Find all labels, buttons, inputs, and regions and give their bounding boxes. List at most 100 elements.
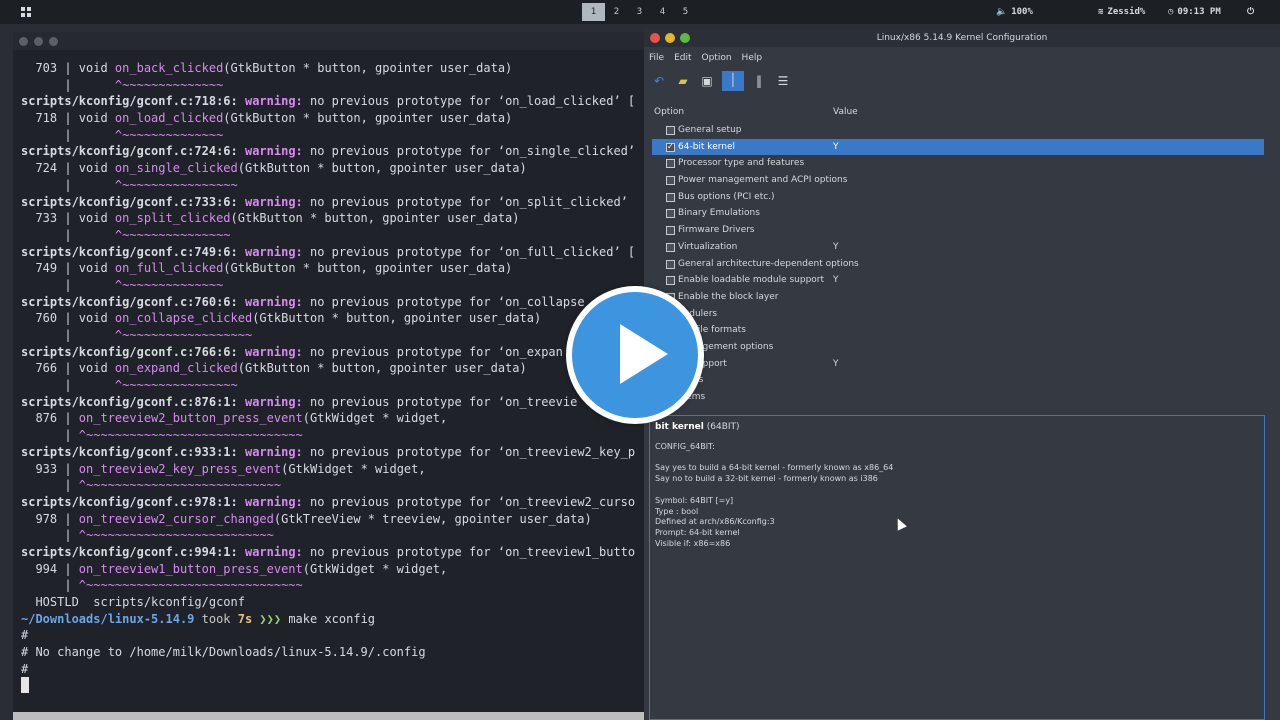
menu-help[interactable]: Help bbox=[742, 50, 763, 66]
option-row[interactable]: Enable the block layer bbox=[652, 289, 1264, 306]
warning-message: no previous prototype for ‘on_treeview1_… bbox=[302, 544, 636, 559]
option-row[interactable]: 64-bit kernel Y bbox=[652, 138, 1264, 155]
xconfig-window[interactable]: Linux/x86 5.14.9 Kernel Configuration Fi… bbox=[644, 29, 1280, 720]
full-view-icon[interactable]: ☰ bbox=[774, 72, 792, 90]
menu-option[interactable]: Option bbox=[702, 50, 732, 66]
option-tree[interactable]: General setup 64-bit kernel Y Processor typ… bbox=[652, 122, 1264, 404]
checkbox-icon[interactable] bbox=[666, 242, 675, 252]
option-row[interactable]: Processor type and features bbox=[652, 155, 1264, 172]
maximize-icon[interactable] bbox=[680, 33, 690, 43]
column-option[interactable]: Option bbox=[654, 107, 684, 117]
checkbox-icon[interactable] bbox=[666, 192, 675, 202]
gutter: | bbox=[21, 528, 79, 543]
gutter: | bbox=[21, 478, 79, 493]
close-icon[interactable] bbox=[650, 33, 660, 43]
option-row[interactable]: Enable loadable module support Y bbox=[652, 272, 1264, 289]
checkbox-icon[interactable] bbox=[666, 209, 675, 219]
warning-message: no previous prototype for ‘on_treeview2_… bbox=[302, 494, 636, 509]
workspace-2[interactable]: 2 bbox=[605, 3, 628, 21]
power-icon[interactable]: ⏻ bbox=[1247, 0, 1254, 24]
option-row[interactable]: Management options bbox=[652, 339, 1264, 356]
checkbox-icon[interactable] bbox=[666, 259, 675, 269]
gutter: | bbox=[21, 328, 115, 342]
workspace-1[interactable]: 1 bbox=[582, 3, 605, 21]
warning-message: no previous prototype for ‘on_treeview2_… bbox=[302, 444, 636, 459]
terminal-line: | ^~~~~~~~~~~~~~~~~~~~~~~~~~~~~~~ bbox=[21, 427, 635, 444]
option-label: Binary Emulations bbox=[678, 208, 760, 219]
checkbox-icon[interactable] bbox=[666, 159, 675, 169]
caret-marker: ^~~~~~~~~~~~~~~~~~~~~~~~~~~~~~~ bbox=[78, 578, 303, 593]
option-row[interactable]: stems bbox=[652, 389, 1264, 404]
option-row[interactable]: ng supportY bbox=[652, 356, 1264, 373]
terminal-window[interactable]: 703 | void on_back_clicked(GtkButton * b… bbox=[13, 32, 645, 712]
terminal-line: scripts/kconfig/gconf.c:766:6: warning: … bbox=[21, 344, 635, 361]
apps-grid-icon[interactable] bbox=[21, 7, 31, 17]
back-icon[interactable]: ↶ bbox=[650, 72, 668, 90]
option-row[interactable]: Virtualization Y bbox=[652, 239, 1264, 256]
checkbox-icon[interactable] bbox=[666, 176, 675, 186]
option-value: Y bbox=[833, 241, 839, 252]
warning-label: warning: bbox=[237, 244, 303, 259]
help-defined[interactable]: Defined at arch/x86/Kconfig:3 bbox=[655, 517, 1259, 528]
prompt-arrows: ❯❯❯ bbox=[252, 611, 289, 626]
minimize-icon[interactable] bbox=[665, 33, 675, 43]
warning-location: scripts/kconfig/gconf.c:724:6: bbox=[21, 144, 238, 159]
gutter: | bbox=[21, 277, 115, 292]
volume-status[interactable]: 🔈 100% bbox=[996, 0, 1033, 24]
maximize-icon[interactable] bbox=[49, 37, 58, 46]
warning-location: scripts/kconfig/gconf.c:933:1: bbox=[21, 444, 238, 459]
help-symbol: Symbol: 64BIT [=y] bbox=[655, 495, 734, 505]
warning-label: warning: bbox=[237, 194, 303, 209]
option-row[interactable]: ble file formats bbox=[652, 322, 1264, 339]
save-icon[interactable]: ▣ bbox=[698, 72, 716, 90]
line-number: 766 | void bbox=[21, 361, 115, 376]
wifi-status[interactable]: ≋ Zessid% bbox=[1098, 0, 1145, 24]
open-folder-icon[interactable]: ▰ bbox=[674, 72, 692, 90]
terminal-line: | ^~~~~~~~~~~~~~~~~~~ bbox=[21, 327, 635, 344]
menu-file[interactable]: File bbox=[649, 50, 664, 66]
wifi-icon: ≋ bbox=[1098, 7, 1104, 17]
option-row[interactable]: General setup bbox=[652, 122, 1264, 139]
warning-message: no previous prototype for ‘on_collapse bbox=[302, 294, 585, 309]
checkbox-icon[interactable] bbox=[666, 126, 675, 135]
single-view-icon[interactable]: │ bbox=[722, 71, 744, 91]
function-name: on_full_clicked bbox=[114, 261, 224, 276]
function-name: on_load_clicked bbox=[114, 111, 224, 126]
menu-edit[interactable]: Edit bbox=[674, 50, 691, 66]
option-row[interactable]: Firmware Drivers bbox=[652, 222, 1264, 239]
close-icon[interactable] bbox=[19, 37, 28, 46]
minimize-icon[interactable] bbox=[34, 37, 43, 46]
play-button-icon[interactable] bbox=[566, 286, 704, 424]
workspace-4[interactable]: 4 bbox=[651, 3, 674, 21]
option-value: Y bbox=[833, 358, 839, 369]
workspace-5[interactable]: 5 bbox=[674, 3, 697, 21]
terminal-line: 766 | void on_expand_clicked(GtkButton *… bbox=[21, 360, 635, 377]
warning-message: no previous prototype for ‘on_full_click… bbox=[302, 244, 636, 259]
clock[interactable]: ◷ 09:13 PM bbox=[1168, 0, 1221, 24]
option-row[interactable]: Bus options (PCI etc.) bbox=[652, 189, 1264, 206]
terminal-output[interactable]: 703 | void on_back_clicked(GtkButton * b… bbox=[21, 60, 635, 694]
code-text: (GtkWidget * widget, bbox=[302, 561, 448, 576]
column-value[interactable]: Value bbox=[833, 107, 858, 117]
line-number: 760 | void bbox=[21, 311, 115, 326]
checkbox-icon[interactable] bbox=[666, 276, 675, 286]
text-cursor bbox=[21, 677, 29, 694]
option-label: 64-bit kernel bbox=[678, 141, 736, 152]
option-row[interactable]: Binary Emulations bbox=[652, 205, 1264, 222]
option-row[interactable]: General architecture-dependent options bbox=[652, 256, 1264, 273]
warning-location: scripts/kconfig/gconf.c:749:6: bbox=[21, 244, 238, 259]
checkbox-icon[interactable] bbox=[666, 226, 675, 236]
warning-location: scripts/kconfig/gconf.c:978:1: bbox=[21, 494, 238, 509]
option-label: General setup bbox=[678, 125, 742, 135]
gutter: | bbox=[21, 378, 115, 393]
split-view-icon[interactable]: ‖ bbox=[750, 72, 768, 90]
workspace-3[interactable]: 3 bbox=[628, 3, 651, 21]
option-row[interactable]: hedulers bbox=[652, 306, 1264, 323]
function-name: on_treeview2_cursor_changed bbox=[78, 511, 274, 526]
option-row[interactable]: rivers bbox=[652, 372, 1264, 389]
option-label: Virtualization bbox=[678, 241, 738, 252]
terminal-line: | ^~~~~~~~~~~~~~~~~ bbox=[21, 177, 635, 194]
option-row[interactable]: Power management and ACPI options bbox=[652, 172, 1264, 189]
checkbox-icon[interactable] bbox=[666, 139, 675, 155]
caret-marker: ^~~~~~~~~~~~~~~~~~~~~~~~~~~ bbox=[78, 528, 274, 543]
